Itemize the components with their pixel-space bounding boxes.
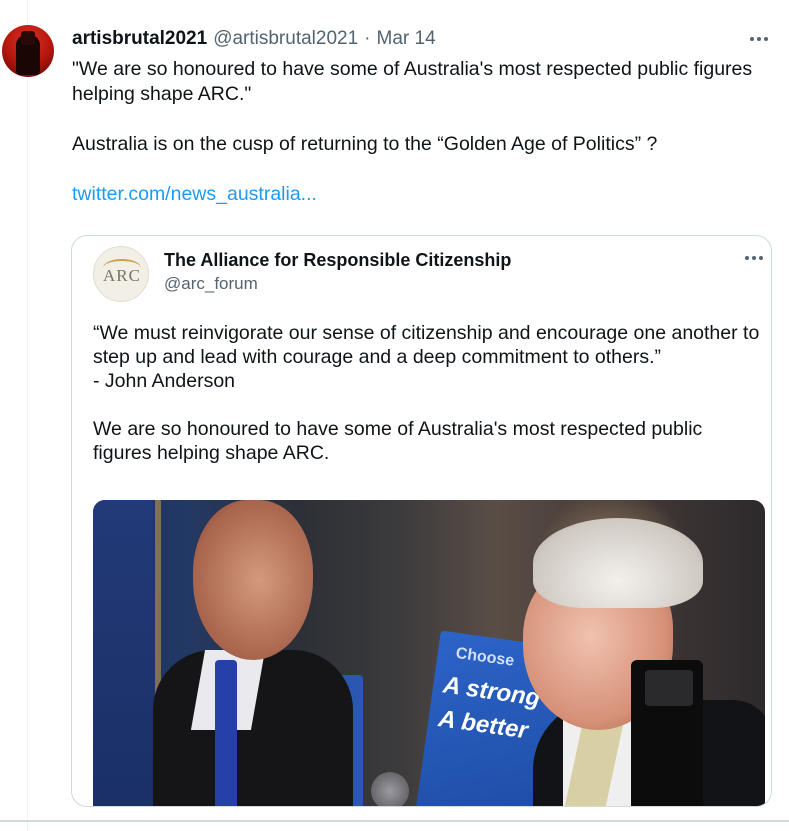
quoted-quote-text: “We must reinvigorate our sense of citiz…	[93, 322, 760, 368]
tweet-text-line-2: Australia is on the cusp of returning to…	[72, 133, 658, 155]
photo-right-man-hair	[533, 518, 703, 608]
tweet-date[interactable]: Mar 14	[377, 28, 436, 50]
arc-logo-text: ARC	[103, 266, 141, 285]
action-bar-divider	[0, 820, 789, 822]
quoted-author-handle[interactable]: @arc_forum	[164, 274, 258, 294]
arc-logo-avatar[interactable]: ARC	[93, 246, 149, 302]
author-handle[interactable]: @artisbrutal2021	[213, 28, 358, 50]
quoted-tweet-text: “We must reinvigorate our sense of citiz…	[93, 321, 763, 465]
quoted-body-text: We are so honoured to have some of Austr…	[93, 418, 703, 464]
tweet-header: artisbrutal2021 @artisbrutal2021 · Mar 1…	[72, 28, 436, 50]
quoted-author-name[interactable]: The Alliance for Responsible Citizenship	[164, 250, 511, 271]
photo-sign-text-3: A better	[436, 705, 530, 745]
photo-camera-flash	[645, 670, 693, 706]
quoted-attribution: - John Anderson	[93, 370, 236, 392]
tweet-link[interactable]: twitter.com/news_australia...	[72, 182, 772, 207]
author-name[interactable]: artisbrutal2021	[72, 28, 207, 50]
avatar[interactable]	[2, 25, 54, 77]
quoted-tweet-card[interactable]: ARC The Alliance for Responsible Citizen…	[71, 235, 772, 807]
photo-blue-banner	[93, 500, 153, 806]
tweet-text-line-1: "We are so honoured to have some of Aust…	[72, 58, 753, 105]
photo-left-man-head	[193, 500, 313, 660]
photo-left-man-tie	[215, 660, 237, 806]
photo-microphone	[371, 772, 409, 806]
tweet-text: "We are so honoured to have some of Aust…	[72, 57, 772, 207]
quoted-tweet-photo[interactable]: Choose A strong A better	[93, 500, 765, 806]
avatar-figure-head	[21, 31, 35, 45]
photo-sign-text-1: Choose	[454, 644, 516, 670]
more-options-icon[interactable]	[748, 34, 770, 44]
thread-line	[27, 0, 28, 831]
quoted-more-options-icon[interactable]	[743, 253, 765, 263]
header-separator: ·	[364, 28, 371, 49]
